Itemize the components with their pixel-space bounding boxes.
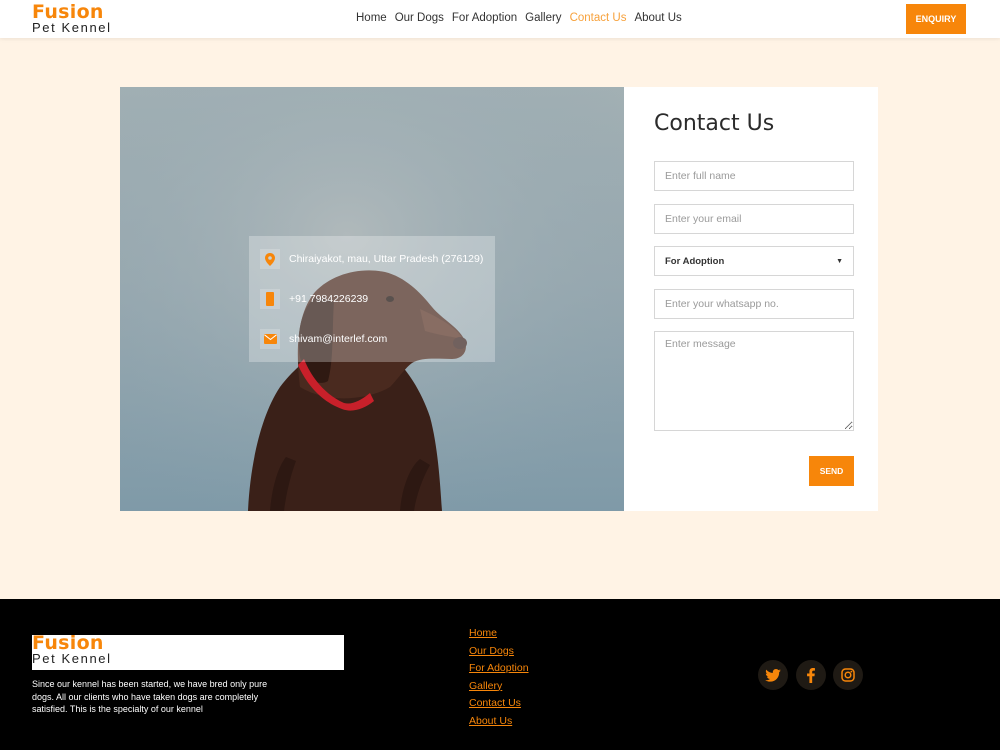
contact-phone-row: +91 7984226239	[260, 289, 368, 309]
contact-email-row: shivam@interlef.com	[260, 329, 387, 349]
footer-links: Home Our Dogs For Adoption Gallery Conta…	[469, 625, 529, 730]
message-textarea[interactable]	[654, 331, 854, 431]
facebook-icon[interactable]	[796, 660, 826, 690]
footer-link-about-us[interactable]: About Us	[469, 713, 529, 731]
contact-form-title: Contact Us	[654, 111, 775, 136]
location-pin-icon	[260, 249, 280, 269]
contact-address: Chiraiyakot, mau, Uttar Pradesh (276129)	[289, 253, 484, 265]
brand-subtitle: Pet Kennel	[32, 20, 112, 35]
caret-down-icon: ▼	[836, 257, 843, 265]
site-footer: Fusion Pet Kennel Since our kennel has b…	[0, 599, 1000, 750]
inquiry-type-select[interactable]: For Adoption ▼	[654, 246, 854, 276]
send-button[interactable]: SEND	[809, 456, 854, 486]
main-nav: Home Our Dogs For Adoption Gallery Conta…	[356, 12, 682, 24]
nav-contact-us[interactable]: Contact Us	[570, 12, 627, 24]
footer-link-for-adoption[interactable]: For Adoption	[469, 660, 529, 678]
contact-phone[interactable]: +91 7984226239	[289, 293, 368, 305]
dog-photo: Chiraiyakot, mau, Uttar Pradesh (276129)…	[120, 87, 624, 511]
footer-link-our-dogs[interactable]: Our Dogs	[469, 643, 529, 661]
enquiry-button[interactable]: ENQUIRY	[906, 4, 966, 34]
full-name-input[interactable]	[654, 161, 854, 191]
inquiry-type-value: For Adoption	[665, 255, 725, 267]
nav-our-dogs[interactable]: Our Dogs	[395, 12, 444, 24]
footer-link-contact-us[interactable]: Contact Us	[469, 695, 529, 713]
contact-address-row: Chiraiyakot, mau, Uttar Pradesh (276129)	[260, 249, 483, 269]
footer-link-gallery[interactable]: Gallery	[469, 678, 529, 696]
contact-email[interactable]: shivam@interlef.com	[289, 333, 387, 345]
site-header: Fusion Pet Kennel Home Our Dogs For Adop…	[0, 0, 1000, 38]
nav-for-adoption[interactable]: For Adoption	[452, 12, 517, 24]
instagram-icon[interactable]	[833, 660, 863, 690]
twitter-icon[interactable]	[758, 660, 788, 690]
nav-about-us[interactable]: About Us	[634, 12, 681, 24]
brand-logo[interactable]: Fusion Pet Kennel	[32, 3, 112, 35]
nav-gallery[interactable]: Gallery	[525, 12, 561, 24]
contact-form-panel: Contact Us For Adoption ▼ SEND	[624, 87, 878, 511]
nav-home[interactable]: Home	[356, 12, 387, 24]
footer-description: Since our kennel has been started, we ha…	[32, 679, 268, 714]
whatsapp-input[interactable]	[654, 289, 854, 319]
contact-info-box: Chiraiyakot, mau, Uttar Pradesh (276129)…	[249, 236, 495, 362]
mail-icon	[260, 329, 280, 349]
email-input[interactable]	[654, 204, 854, 234]
footer-brand-subtitle: Pet Kennel	[32, 651, 112, 666]
phone-icon	[260, 289, 280, 309]
footer-link-home[interactable]: Home	[469, 625, 529, 643]
footer-logo[interactable]: Fusion Pet Kennel	[32, 634, 344, 670]
